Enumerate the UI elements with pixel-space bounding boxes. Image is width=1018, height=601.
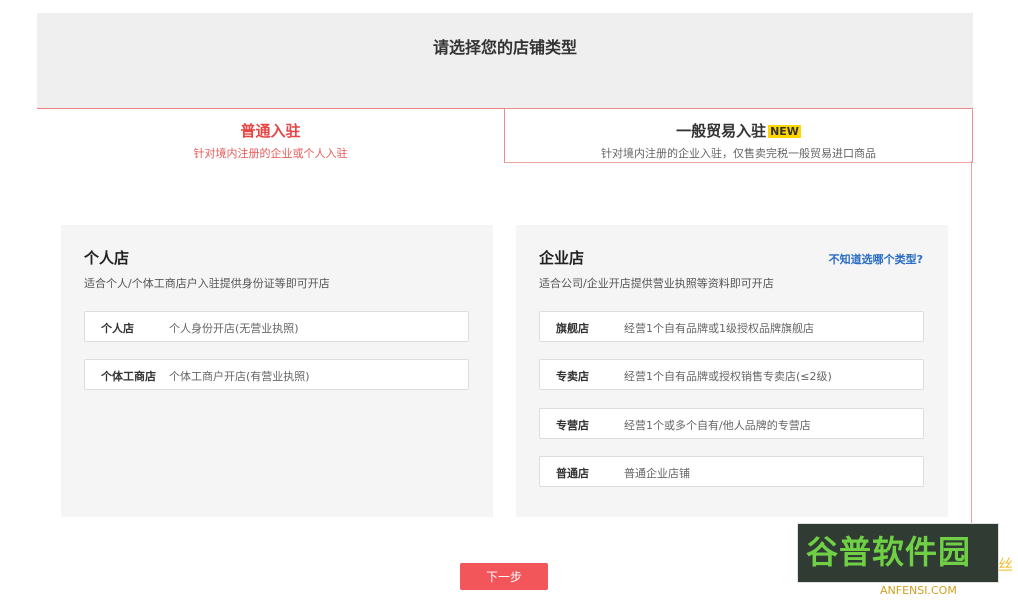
next-step-button[interactable]: 下一步 xyxy=(460,563,548,590)
content-border xyxy=(971,161,972,561)
option-name: 专卖店 xyxy=(556,370,589,383)
tab-normal-subtitle: 针对境内注册的企业或个人入驻 xyxy=(193,147,348,160)
personal-panel-desc: 适合个人/个体工商店户入驻提供身份证等即可开店 xyxy=(84,277,330,290)
watermark-text: 谷普软件园 xyxy=(806,533,972,571)
header-band: 请选择您的店铺类型 xyxy=(37,13,973,109)
option-desc: 经营1个自有品牌或1级授权品牌旗舰店 xyxy=(624,322,814,335)
option-name: 专营店 xyxy=(556,419,589,432)
tab-general-trade-entry[interactable]: 一般贸易入驻 NEW 针对境内注册的企业入驻，仅售卖完税一般贸易进口商品 xyxy=(504,108,973,163)
watermark-logo: 谷普软件园 xyxy=(797,523,999,583)
option-exclusive-store[interactable]: 专卖店 经营1个自有品牌或授权销售专卖店(≤2级) xyxy=(539,359,924,390)
option-desc: 个人身份开店(无营业执照) xyxy=(169,322,299,335)
new-badge: NEW xyxy=(768,125,801,138)
watermark-site: ANFENSI.COM xyxy=(880,584,957,597)
option-desc: 个体工商户开店(有营业执照) xyxy=(169,370,310,383)
tab-general-trade-subtitle: 针对境内注册的企业入驻，仅售卖完税一般贸易进口商品 xyxy=(601,147,876,160)
tab-general-trade-title-row: 一般贸易入驻 NEW xyxy=(505,120,972,141)
page-title: 请选择您的店铺类型 xyxy=(432,38,577,57)
option-desc: 普通企业店铺 xyxy=(624,467,690,480)
tab-general-trade-title: 一般贸易入驻 xyxy=(676,122,767,140)
option-name: 旗舰店 xyxy=(556,322,589,335)
option-personal-store[interactable]: 个人店 个人身份开店(无营业执照) xyxy=(84,311,469,342)
option-specialty-store[interactable]: 专营店 经营1个或多个自有/他人品牌的专营店 xyxy=(539,408,924,439)
option-individual-business-store[interactable]: 个体工商店 个体工商户开店(有营业执照) xyxy=(84,359,469,390)
option-ordinary-store[interactable]: 普通店 普通企业店铺 xyxy=(539,456,924,487)
option-flagship-store[interactable]: 旗舰店 经营1个自有品牌或1级授权品牌旗舰店 xyxy=(539,311,924,342)
option-desc: 经营1个自有品牌或授权销售专卖店(≤2级) xyxy=(624,370,832,383)
tab-normal-title: 普通入驻 xyxy=(240,122,301,140)
store-type-help-link[interactable]: 不知道选哪个类型? xyxy=(829,251,923,267)
option-desc: 经营1个或多个自有/他人品牌的专营店 xyxy=(624,419,811,432)
personal-store-panel: 个人店 适合个人/个体工商店户入驻提供身份证等即可开店 个人店 个人身份开店(无… xyxy=(61,225,493,517)
enterprise-store-panel: 企业店 不知道选哪个类型? 适合公司/企业开店提供营业执照等资料即可开店 旗舰店… xyxy=(516,225,948,517)
enterprise-panel-desc: 适合公司/企业开店提供营业执照等资料即可开店 xyxy=(539,277,774,290)
watermark-extra: 丝 xyxy=(998,556,1014,574)
personal-panel-title: 个人店 xyxy=(84,249,130,267)
option-name: 普通店 xyxy=(556,467,589,480)
enterprise-panel-title: 企业店 xyxy=(539,249,585,267)
tab-normal-entry[interactable]: 普通入驻 针对境内注册的企业或个人入驻 xyxy=(37,108,504,227)
option-name: 个人店 xyxy=(101,322,134,335)
option-name: 个体工商店 xyxy=(101,370,156,383)
